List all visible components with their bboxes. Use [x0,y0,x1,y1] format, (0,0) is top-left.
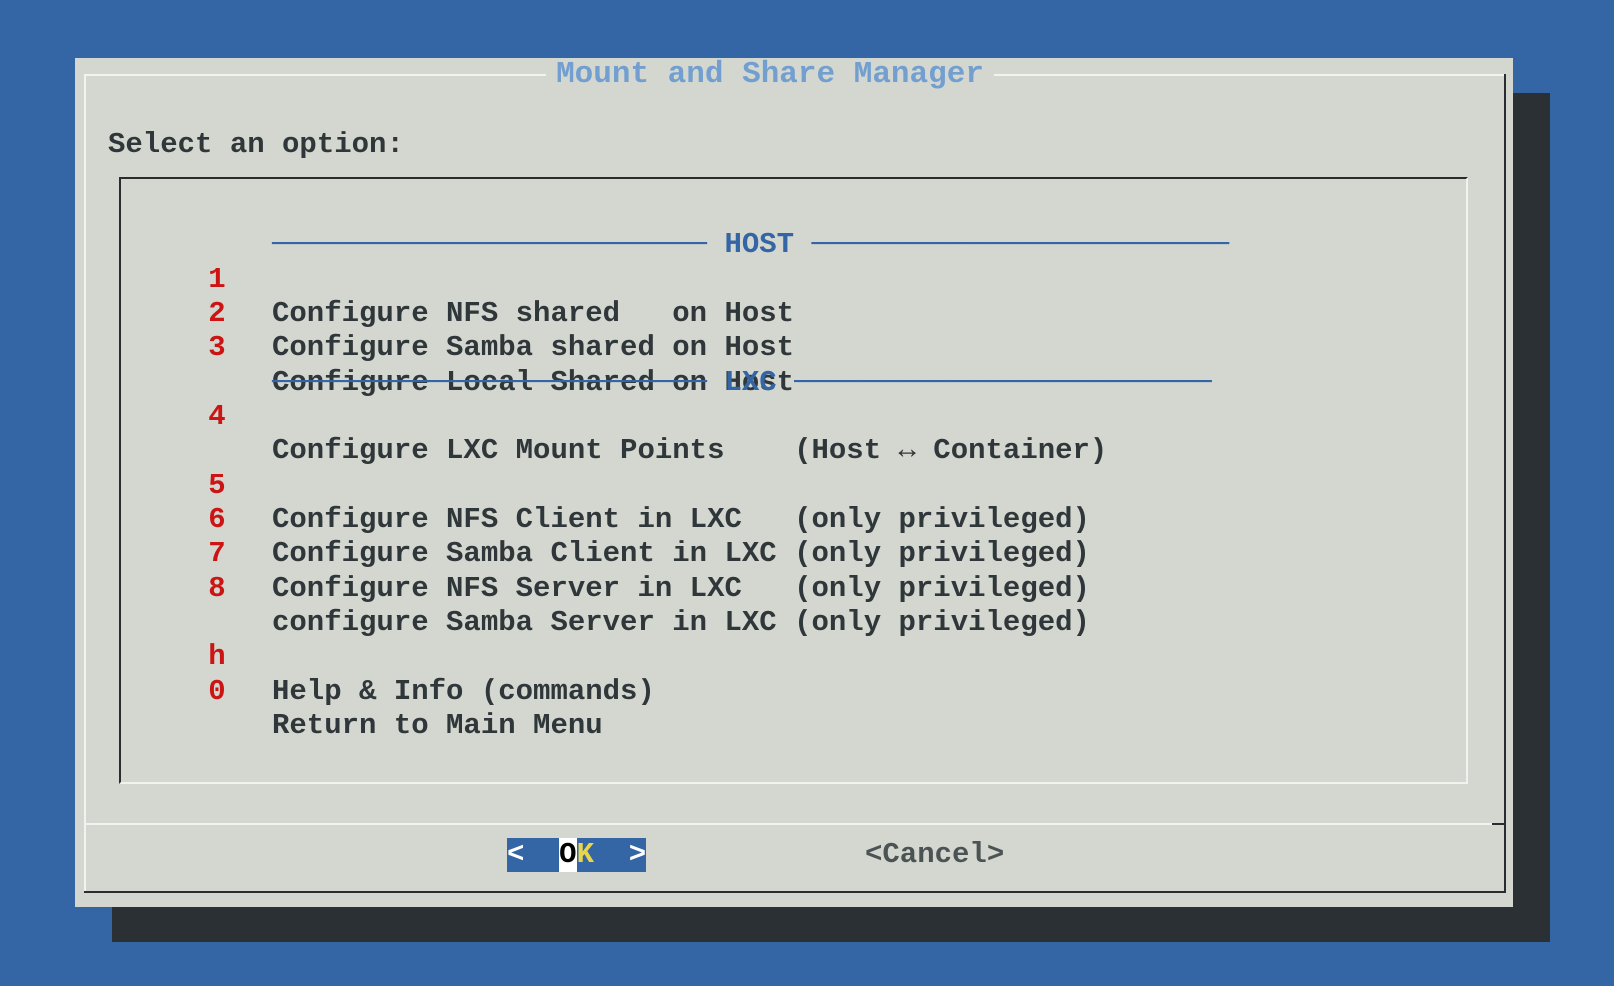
dialog-window: Mount and Share Manager Select an option… [75,58,1513,907]
cancel-button[interactable]: <Cancel> [865,838,1004,872]
dialog-title: Mount and Share Manager [546,59,994,91]
menu-item-3[interactable]: 3 Configure Local Shared on Host [121,297,1466,331]
menu-item-5[interactable]: 5 Configure NFS Client in LXC (only priv… [121,434,1466,468]
menu-blank-row [121,572,1466,606]
menu-item-7[interactable]: 7 Configure NFS Server in LXC (only priv… [121,503,1466,537]
dialog-border-bottom [84,891,1506,893]
ok-open-bracket: < [507,838,524,872]
menu-item-6[interactable]: 6 Configure Samba Client in LXC (only pr… [121,469,1466,503]
menu-item-1[interactable]: 1 Configure NFS shared on Host [121,228,1466,262]
menu-item-4[interactable]: 4 Configure LXC Mount Points (Host ↔ Con… [121,366,1466,400]
ok-cursor-char: O [559,838,576,872]
ok-pad [542,838,559,872]
menu-box: ───────────────────────── HOST ─────────… [119,177,1468,784]
terminal-screen: { "window": { "title": "Mount and Share … [0,0,1614,986]
menu-item-label: Help & Info (commands) [272,675,655,709]
menu-item-8[interactable]: 8 configure Samba Server in LXC (only pr… [121,537,1466,571]
ok-hotkey-char: K [577,838,594,872]
menu-blank-row [121,400,1466,434]
ok-pad [524,838,541,872]
menu-item-tag: 0 [207,675,227,709]
ok-pad [611,838,628,872]
menu-item-2[interactable]: 2 Configure Samba shared on Host [121,263,1466,297]
menu-separator-host: ───────────────────────── HOST ─────────… [121,194,1466,228]
buttons-separator-end [1492,823,1506,825]
menu-item-h[interactable]: h Help & Info (commands) [121,606,1466,640]
dialog-border-right [1504,74,1506,893]
menu-prompt: Select an option: [108,128,404,162]
buttons-separator [84,823,1506,825]
ok-pad [594,838,611,872]
menu-item-0[interactable]: 0 Return to Main Menu [121,640,1466,674]
ok-close-bracket: > [629,838,646,872]
ok-button[interactable]: < O K > [507,838,646,872]
menu-item-label: Return to Main Menu [272,709,603,743]
dialog-border-left [84,74,86,891]
menu-separator-lxc: ───────────────────────── LXC ──────────… [121,331,1466,365]
menu-rows: ───────────────────────── HOST ─────────… [121,194,1466,675]
